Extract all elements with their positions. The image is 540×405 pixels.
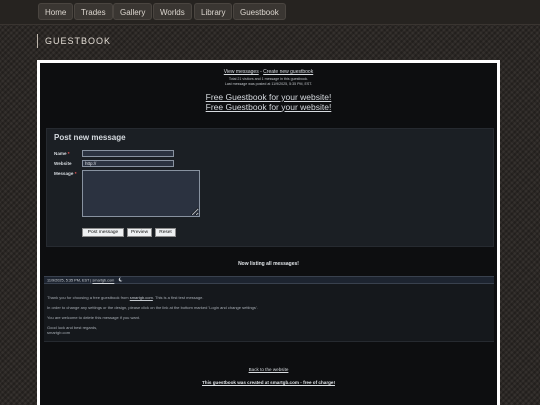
nav-worlds[interactable]: Worlds <box>153 3 192 20</box>
website-field[interactable] <box>82 160 174 167</box>
nav-trades[interactable]: Trades <box>74 3 113 20</box>
nav-gallery[interactable]: Gallery <box>113 3 153 20</box>
entry-paragraph: In order to change any settings or the d… <box>47 305 258 310</box>
required-mark: * <box>67 151 70 156</box>
guestbook-panel: View messages - Create new guestbook Tot… <box>40 63 497 405</box>
entry-author-link[interactable]: smartgb.com <box>92 279 114 283</box>
message-label: Message * <box>54 171 77 176</box>
create-guestbook-link[interactable]: Create new guestbook <box>263 69 313 75</box>
entry-thanks: Thank you for choosing a free guestbook … <box>47 295 204 300</box>
post-message-form: Post new message Name * Website Message … <box>46 128 494 247</box>
preview-button[interactable]: Preview <box>127 228 152 237</box>
guestbook-frame: View messages - Create new guestbook Tot… <box>37 60 500 405</box>
form-title: Post new message <box>54 133 126 142</box>
name-field[interactable] <box>82 150 174 157</box>
top-navbar: Home Trades Gallery Worlds Library Guest… <box>0 0 540 25</box>
post-message-button[interactable]: Post message <box>82 228 124 237</box>
back-to-website-link[interactable]: Back to the website <box>249 367 289 372</box>
reset-button[interactable]: Reset <box>155 228 176 237</box>
page-title: GUESTBOOK <box>37 34 111 48</box>
message-textarea[interactable] <box>82 170 200 217</box>
entry-body-link[interactable]: smartgb.com <box>130 295 153 300</box>
required-mark: * <box>74 171 77 176</box>
back-to-website: Back to the website <box>40 367 497 372</box>
listing-heading: Now listing all messages! <box>238 261 299 267</box>
name-label: Name * <box>54 151 70 156</box>
entry-paragraph: You are welcome to delete this message i… <box>47 315 141 320</box>
view-messages-link[interactable]: View messages <box>224 69 259 75</box>
entry-body: Thank you for choosing a free guestbook … <box>44 284 494 342</box>
top-links: View messages - Create new guestbook <box>40 69 497 75</box>
nav-library[interactable]: Library <box>194 3 233 20</box>
entry-closing: Good luck and best regards, smartgb.com <box>47 325 98 335</box>
guestbook-stats: Total 21 visitors and 1 message in this … <box>40 77 497 86</box>
nav-home[interactable]: Home <box>38 3 74 20</box>
stats-last-message: Last message was posted at 11/9/2025, 5:… <box>224 81 313 86</box>
created-at-link[interactable]: This guestbook was created at smartgb.co… <box>202 380 335 385</box>
created-at-footer: This guestbook was created at smartgb.co… <box>40 380 497 385</box>
promo-links: Free Guestbook for your website! Free Gu… <box>40 92 497 113</box>
entry-header: 11/9/2025, 5:35 PM, EST | smartgb.com <box>44 276 494 284</box>
nav-guestbook[interactable]: Guestbook <box>233 3 286 20</box>
moon-icon <box>118 277 123 284</box>
promo-link-2[interactable]: Free Guestbook for your website! <box>40 102 497 113</box>
website-label: Website <box>54 161 72 166</box>
entry-timestamp: 11/9/2025, 5:35 PM, EST <box>47 278 90 283</box>
